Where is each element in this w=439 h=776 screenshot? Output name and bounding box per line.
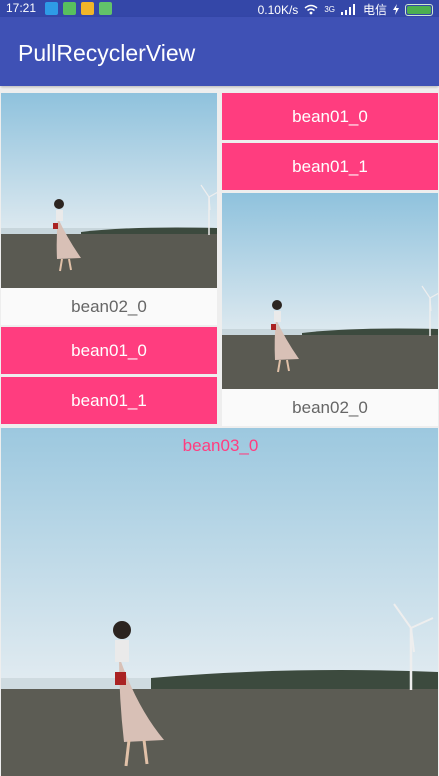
right-caption[interactable]: bean02_0 — [222, 389, 438, 426]
wifi-icon — [304, 4, 318, 15]
network-speed: 0.10K/s — [257, 2, 299, 17]
weibo-icon — [81, 2, 94, 15]
battery-icon — [405, 3, 433, 16]
status-right: 0.10K/s 3G 电信 — [258, 1, 433, 18]
right-bean01-1-button[interactable]: bean01_1 — [222, 143, 438, 190]
beach-photo[interactable] — [222, 193, 438, 389]
clipboard-icon — [63, 2, 76, 15]
app-bar: PullRecyclerView — [0, 17, 439, 86]
charging-icon — [393, 4, 399, 15]
recycler-view[interactable]: bean02_0 bean01_0 bean01_1 bean01_0 bean… — [0, 89, 439, 776]
left-caption[interactable]: bean02_0 — [1, 288, 217, 325]
left-bean01-1-button[interactable]: bean01_1 — [1, 377, 217, 424]
android-icon — [99, 2, 112, 15]
bean03-label: bean03_0 — [182, 436, 259, 455]
beach-photo-large[interactable]: bean03_0 — [1, 428, 438, 776]
network-type: 3G — [324, 5, 335, 14]
left-bean01-0-button[interactable]: bean01_0 — [1, 327, 217, 374]
app-title: PullRecyclerView — [18, 40, 196, 66]
notification-icons — [45, 2, 112, 15]
usb-icon — [45, 2, 58, 15]
carrier: 电信 — [362, 3, 387, 17]
right-bean01-0-button[interactable]: bean01_0 — [222, 93, 438, 140]
beach-photo[interactable] — [1, 93, 217, 288]
status-time: 17:21 — [6, 1, 37, 15]
status-bar: 17:21 0.10K/s 3G 电信 — [0, 0, 439, 17]
signal-icon — [340, 4, 355, 15]
